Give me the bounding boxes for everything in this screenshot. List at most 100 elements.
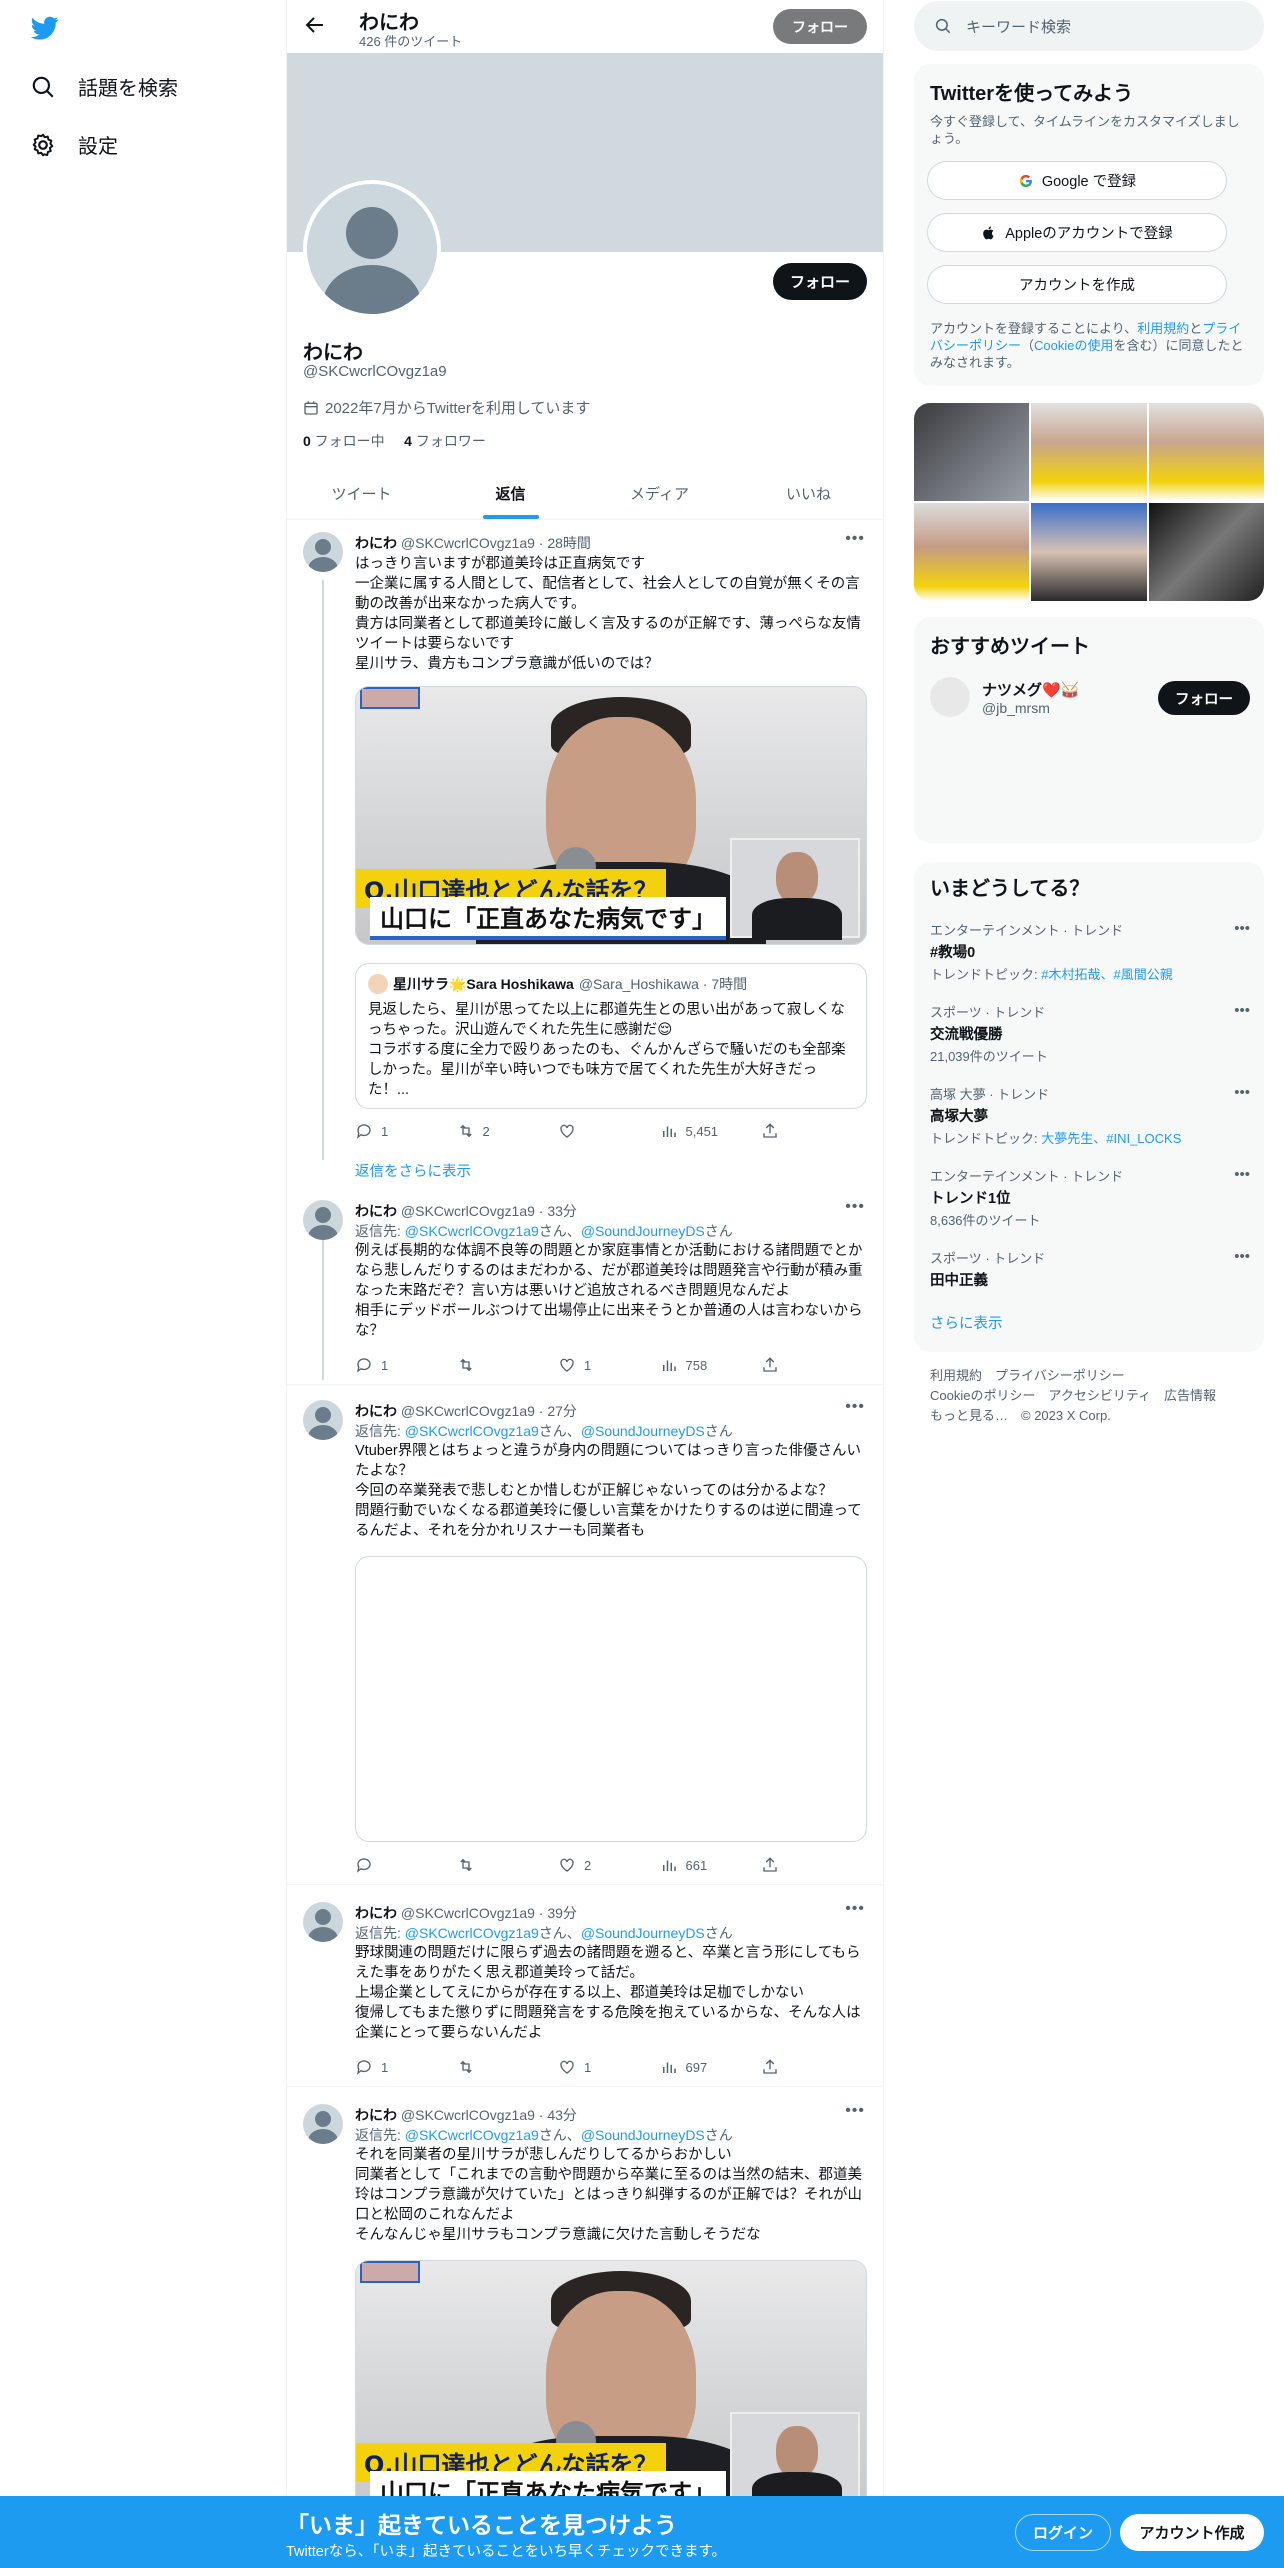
search-box[interactable]: キーワード検索 (914, 1, 1264, 51)
profile-follow-button[interactable]: フォロー (773, 263, 867, 300)
tweet-avatar[interactable] (303, 532, 343, 572)
media-thumbnail[interactable] (914, 403, 1030, 501)
profile-avatar[interactable] (303, 180, 441, 318)
back-arrow-icon[interactable] (303, 13, 327, 37)
share-icon (763, 2059, 777, 2074)
retweet-button[interactable] (457, 2058, 547, 2076)
share-button[interactable] (761, 1856, 779, 1874)
more-icon[interactable]: ••• (1234, 920, 1250, 937)
retweet-button[interactable]: 2 (457, 1122, 547, 1140)
reply-user-link[interactable]: @SKCwcrlCOvgz1a9 (405, 1423, 539, 1439)
login-button[interactable]: ログイン (1015, 2514, 1111, 2551)
trend-topic-links[interactable]: 大夢先生、#INI_LOCKS (1041, 1131, 1181, 1146)
more-icon[interactable]: ••• (845, 2102, 865, 2120)
tweet-author[interactable]: わにわ (355, 535, 397, 551)
footer-line[interactable]: 利用規約 プライバシーポリシー (930, 1366, 1250, 1386)
share-button[interactable] (761, 2058, 779, 2076)
more-icon[interactable]: ••• (1234, 1002, 1250, 1019)
reply-user-link[interactable]: @SoundJourneyDS (581, 2127, 705, 2143)
footer-line[interactable]: もっと見る… © 2023 X Corp. (930, 1406, 1250, 1426)
more-icon[interactable]: ••• (845, 1900, 865, 1918)
search-input[interactable]: キーワード検索 (966, 16, 1071, 37)
signup-button[interactable]: アカウント作成 (1120, 2514, 1264, 2551)
views-button[interactable]: 758 (660, 1356, 750, 1374)
tab-media[interactable]: メディア (585, 467, 734, 519)
like-button[interactable]: 1 (558, 2058, 648, 2076)
apple-signup-button[interactable]: Appleのアカウントで登録 (927, 213, 1227, 252)
trend-item[interactable]: 高塚 大夢 · トレンド 高塚大夢 トレンドトピック: 大夢先生、#INI_LO… (930, 1084, 1250, 1147)
media-thumbnail[interactable] (1031, 403, 1147, 501)
more-icon[interactable]: ••• (1234, 1084, 1250, 1101)
trend-item[interactable]: スポーツ · トレンド 田中正義 ••• (930, 1248, 1250, 1290)
share-button[interactable] (761, 1356, 779, 1374)
reply-user-link[interactable]: @SoundJourneyDS (581, 1223, 705, 1239)
media-thumbnail[interactable] (914, 503, 1030, 601)
reply-button[interactable] (355, 1856, 445, 1874)
google-signup-button[interactable]: Google で登録 (927, 161, 1227, 200)
profile-name: わにわ (303, 342, 363, 364)
tweet-avatar[interactable] (303, 2104, 343, 2144)
topbar-follow-button[interactable]: フォロー (773, 9, 867, 44)
terms-link[interactable]: 利用規約 (1137, 321, 1189, 336)
cookie-link[interactable]: Cookieの使用 (1034, 338, 1113, 353)
followers-link[interactable]: 4 フォロワー (404, 433, 486, 449)
reply-user-link[interactable]: @SKCwcrlCOvgz1a9 (405, 1223, 539, 1239)
tweet-media[interactable]: Q.山口達也とどんな話を？ 山口に「正直あなた病気です」 (355, 686, 867, 945)
tweet-avatar[interactable] (303, 1200, 343, 1240)
reply-button[interactable]: 1 (355, 1356, 445, 1374)
like-count: 1 (584, 2059, 592, 2075)
reply-button[interactable]: 1 (355, 1122, 445, 1140)
tweet-author[interactable]: わにわ (355, 1403, 397, 1419)
like-button[interactable]: 1 (558, 1356, 648, 1374)
more-icon[interactable]: ••• (1234, 1248, 1250, 1265)
views-button[interactable]: 5,451 (660, 1122, 750, 1140)
retweet-button[interactable] (457, 1356, 547, 1374)
nav-settings[interactable]: 設定 (30, 130, 118, 159)
more-icon[interactable]: ••• (1234, 1166, 1250, 1183)
reply-button[interactable]: 1 (355, 2058, 445, 2076)
reply-user-link[interactable]: @SoundJourneyDS (581, 1925, 705, 1941)
tab-tweets[interactable]: ツイート (287, 467, 436, 519)
footer-line[interactable]: Cookieのポリシー アクセシビリティ 広告情報 (930, 1386, 1250, 1406)
show-more-replies-link[interactable]: 返信をさらに表示 (355, 1160, 471, 1181)
tweet-avatar[interactable] (303, 1902, 343, 1942)
more-icon[interactable]: ••• (845, 530, 865, 548)
tweet-media-placeholder[interactable] (355, 1556, 867, 1842)
tweet-author[interactable]: わにわ (355, 1905, 397, 1921)
following-link[interactable]: 0 フォロー中 (303, 433, 385, 449)
tweet-author[interactable]: わにわ (355, 2107, 397, 2123)
bar-chart-icon (662, 1126, 676, 1137)
reply-user-link[interactable]: @SoundJourneyDS (581, 1423, 705, 1439)
recommended-avatar[interactable] (930, 677, 970, 717)
media-thumbnail[interactable] (1148, 503, 1264, 601)
like-button[interactable]: 2 (558, 1856, 648, 1874)
views-button[interactable]: 697 (660, 2058, 750, 2076)
trend-topic-links[interactable]: #木村拓哉、#風間公親 (1041, 967, 1172, 982)
like-button[interactable] (558, 1122, 648, 1140)
share-button[interactable] (761, 1122, 779, 1140)
more-icon[interactable]: ••• (845, 1198, 865, 1216)
tweet-media[interactable]: Q.山口達也とどんな話を？ 山口に「正直あなた病気です」 (355, 2260, 867, 2519)
nav-explore[interactable]: 話題を検索 (30, 72, 178, 101)
media-thumbnail[interactable] (1031, 503, 1147, 601)
views-button[interactable]: 661 (660, 1856, 750, 1874)
twitter-logo-icon[interactable] (30, 14, 60, 42)
quoted-tweet[interactable]: 星川サラ🌟Sara Hoshikawa @Sara_Hoshikawa · 7時間… (355, 963, 867, 1109)
reply-user-link[interactable]: @SKCwcrlCOvgz1a9 (405, 2127, 539, 2143)
create-account-button[interactable]: アカウントを作成 (927, 265, 1227, 304)
tab-replies[interactable]: 返信 (436, 467, 585, 519)
tweet-avatar[interactable] (303, 1400, 343, 1440)
retweet-button[interactable] (457, 1856, 547, 1874)
trend-item[interactable]: スポーツ · トレンド 交流戦優勝 21,039件のツイート ••• (930, 1002, 1250, 1065)
recommended-follow-button[interactable]: フォロー (1158, 681, 1250, 715)
trends-show-more-link[interactable]: さらに表示 (930, 1312, 1003, 1333)
recommended-name[interactable]: ナツメグ❤️🥁 (982, 679, 1079, 700)
tweet-header: わにわ @SKCwcrlCOvgz1a9 · 43分 (355, 2105, 577, 2125)
media-thumbnail[interactable] (1148, 403, 1264, 501)
reply-user-link[interactable]: @SKCwcrlCOvgz1a9 (405, 1925, 539, 1941)
tab-likes[interactable]: いいね (734, 467, 883, 519)
tweet-author[interactable]: わにわ (355, 1203, 397, 1219)
more-icon[interactable]: ••• (845, 1398, 865, 1416)
trend-item[interactable]: エンターテインメント · トレンド トレンド1位 8,636件のツイート ••• (930, 1166, 1250, 1229)
trend-item[interactable]: エンターテインメント · トレンド #教場0 トレンドトピック: #木村拓哉、#… (930, 920, 1250, 983)
